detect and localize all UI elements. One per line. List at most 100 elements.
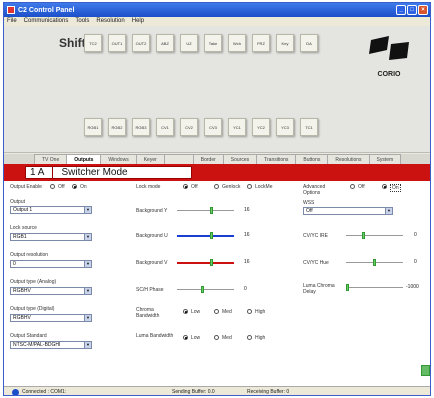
wss-select[interactable]: Off ▼	[303, 207, 393, 215]
wss-select-value: Off	[306, 208, 313, 214]
background-v-slider[interactable]	[177, 259, 234, 266]
tab-blank[interactable]	[163, 154, 194, 164]
cvyc-hue-slider[interactable]	[346, 259, 403, 266]
receiving-buffer: Receiving Buffer: 0	[247, 389, 290, 395]
tab-windows[interactable]: Windows	[100, 154, 137, 164]
tab-resolutions[interactable]: Resolutions	[327, 154, 370, 164]
slider-knob[interactable]	[373, 259, 376, 266]
chevron-down-icon[interactable]: ▼	[84, 207, 91, 213]
key-yc1[interactable]: YC1	[228, 118, 246, 136]
key-cv3[interactable]: CV3	[204, 118, 222, 136]
output-select[interactable]: Output 1 ▼	[10, 206, 92, 214]
lock-source-label: Lock source	[10, 225, 37, 231]
lock-mode-label: Lock mode	[136, 184, 161, 190]
key-abz[interactable]: ABZ	[156, 34, 174, 52]
menu-communications[interactable]: Communications	[24, 17, 69, 26]
key-uz[interactable]: UZ	[180, 34, 198, 52]
advanced-options-on-radio[interactable]	[382, 184, 387, 189]
output-type-analog-value: RGBHV	[13, 288, 31, 294]
output-enable-on-radio[interactable]	[72, 184, 77, 189]
menu-help[interactable]: Help	[132, 17, 144, 26]
tab-keyer[interactable]: Keyer	[135, 154, 165, 164]
key-rgb3[interactable]: RGB3	[132, 118, 150, 136]
sch-phase-slider[interactable]	[177, 286, 234, 293]
corio-emblem-icon	[369, 36, 409, 60]
slider-knob[interactable]	[346, 284, 349, 291]
tab-sources[interactable]: Sources	[222, 154, 258, 164]
tab-tv-one[interactable]: TV One	[34, 154, 68, 164]
chevron-down-icon[interactable]: ▼	[84, 261, 91, 267]
key-rgb2[interactable]: RGB2	[108, 118, 126, 136]
luma-bandwidth-med-radio[interactable]	[214, 335, 219, 340]
key-out2[interactable]: OUT2	[132, 34, 150, 52]
key-cv2[interactable]: CV2	[180, 118, 198, 136]
refresh-icon[interactable]	[421, 365, 430, 376]
cvyc-ire-slider[interactable]	[346, 232, 403, 239]
background-y-value: 16	[244, 207, 250, 213]
key-out1[interactable]: OUT1	[108, 34, 126, 52]
minimize-button[interactable]: _	[396, 5, 406, 15]
output-enable-off-radio[interactable]	[50, 184, 55, 189]
tab-system[interactable]: System	[368, 154, 402, 164]
close-button[interactable]: ×	[418, 5, 428, 15]
chroma-bandwidth-high-radio[interactable]	[247, 309, 252, 314]
key-cv1[interactable]: CV1	[156, 118, 174, 136]
tab-transitions[interactable]: Transitions	[256, 154, 297, 164]
luma-bandwidth-low-radio[interactable]	[183, 335, 188, 340]
chroma-bandwidth-med-radio[interactable]	[214, 309, 219, 314]
chevron-down-icon[interactable]: ▼	[84, 288, 91, 294]
key-take[interactable]: Take	[204, 34, 222, 52]
chevron-down-icon[interactable]: ▼	[84, 315, 91, 321]
chevron-down-icon[interactable]: ▼	[84, 234, 91, 240]
lock-mode-genlock-radio[interactable]	[214, 184, 219, 189]
output-enable-label: Output Enable	[10, 184, 42, 190]
menu-bar: File Communications Tools Resolution Hel…	[4, 17, 430, 26]
lock-mode-genlock-label: Genlock	[222, 184, 241, 190]
background-u-label: Background U	[136, 233, 168, 239]
menu-resolution[interactable]: Resolution	[96, 17, 124, 26]
menu-tools[interactable]: Tools	[75, 17, 89, 26]
slider-knob[interactable]	[201, 286, 205, 293]
slider-knob[interactable]	[209, 232, 213, 239]
slider-knob[interactable]	[361, 232, 365, 239]
background-y-label: Background Y	[136, 208, 168, 214]
tab-outputs[interactable]: Outputs	[66, 154, 102, 164]
output-type-digital-select[interactable]: RGBHV ▼	[10, 314, 92, 322]
luma-bandwidth-label: Luma Bandwidth	[136, 333, 174, 339]
chevron-down-icon[interactable]: ▼	[84, 342, 91, 348]
lock-mode-off-radio[interactable]	[183, 184, 188, 189]
output-resolution-select[interactable]: 0 ▼	[10, 260, 92, 268]
output-type-analog-select[interactable]: RGBHV ▼	[10, 287, 92, 295]
advanced-options-on-label: On	[390, 184, 401, 192]
key-yc2[interactable]: YC2	[252, 118, 270, 136]
advanced-options-off-radio[interactable]	[350, 184, 355, 189]
lock-mode-off-label: Off	[191, 184, 198, 190]
connection-status: Connected : COM1:	[22, 389, 67, 395]
chroma-bandwidth-low-radio[interactable]	[183, 309, 188, 314]
maximize-button[interactable]: □	[407, 5, 417, 15]
luma-chroma-delay-slider[interactable]	[346, 284, 403, 291]
key-da[interactable]: DA	[300, 34, 318, 52]
slider-knob[interactable]	[209, 259, 213, 266]
key-yc3[interactable]: YC3	[276, 118, 294, 136]
connection-status-icon	[12, 388, 19, 395]
key-tc2[interactable]: TC2	[84, 34, 102, 52]
background-u-slider[interactable]	[177, 232, 234, 239]
key-wch[interactable]: Wch	[228, 34, 246, 52]
luma-bandwidth-high-radio[interactable]	[247, 335, 252, 340]
key-rgb1[interactable]: RGB1	[84, 118, 102, 136]
key-frz[interactable]: FRZ	[252, 34, 270, 52]
chevron-down-icon[interactable]: ▼	[385, 208, 392, 214]
lock-source-value: RGB1	[13, 234, 27, 240]
key-tc1[interactable]: TC1	[300, 118, 318, 136]
tab-border[interactable]: Border	[192, 154, 224, 164]
lock-mode-lockme-radio[interactable]	[247, 184, 252, 189]
background-y-slider[interactable]	[177, 207, 234, 214]
slider-knob[interactable]	[209, 207, 213, 214]
output-standard-select[interactable]: NTSC-M/PAL-BDGHI ▼	[10, 341, 92, 349]
tab-buttons[interactable]: Buttons	[295, 154, 329, 164]
menu-file[interactable]: File	[7, 17, 17, 26]
lock-source-select[interactable]: RGB1 ▼	[10, 233, 92, 241]
key-key[interactable]: Key	[276, 34, 294, 52]
output-type-digital-value: RGBHV	[13, 315, 31, 321]
